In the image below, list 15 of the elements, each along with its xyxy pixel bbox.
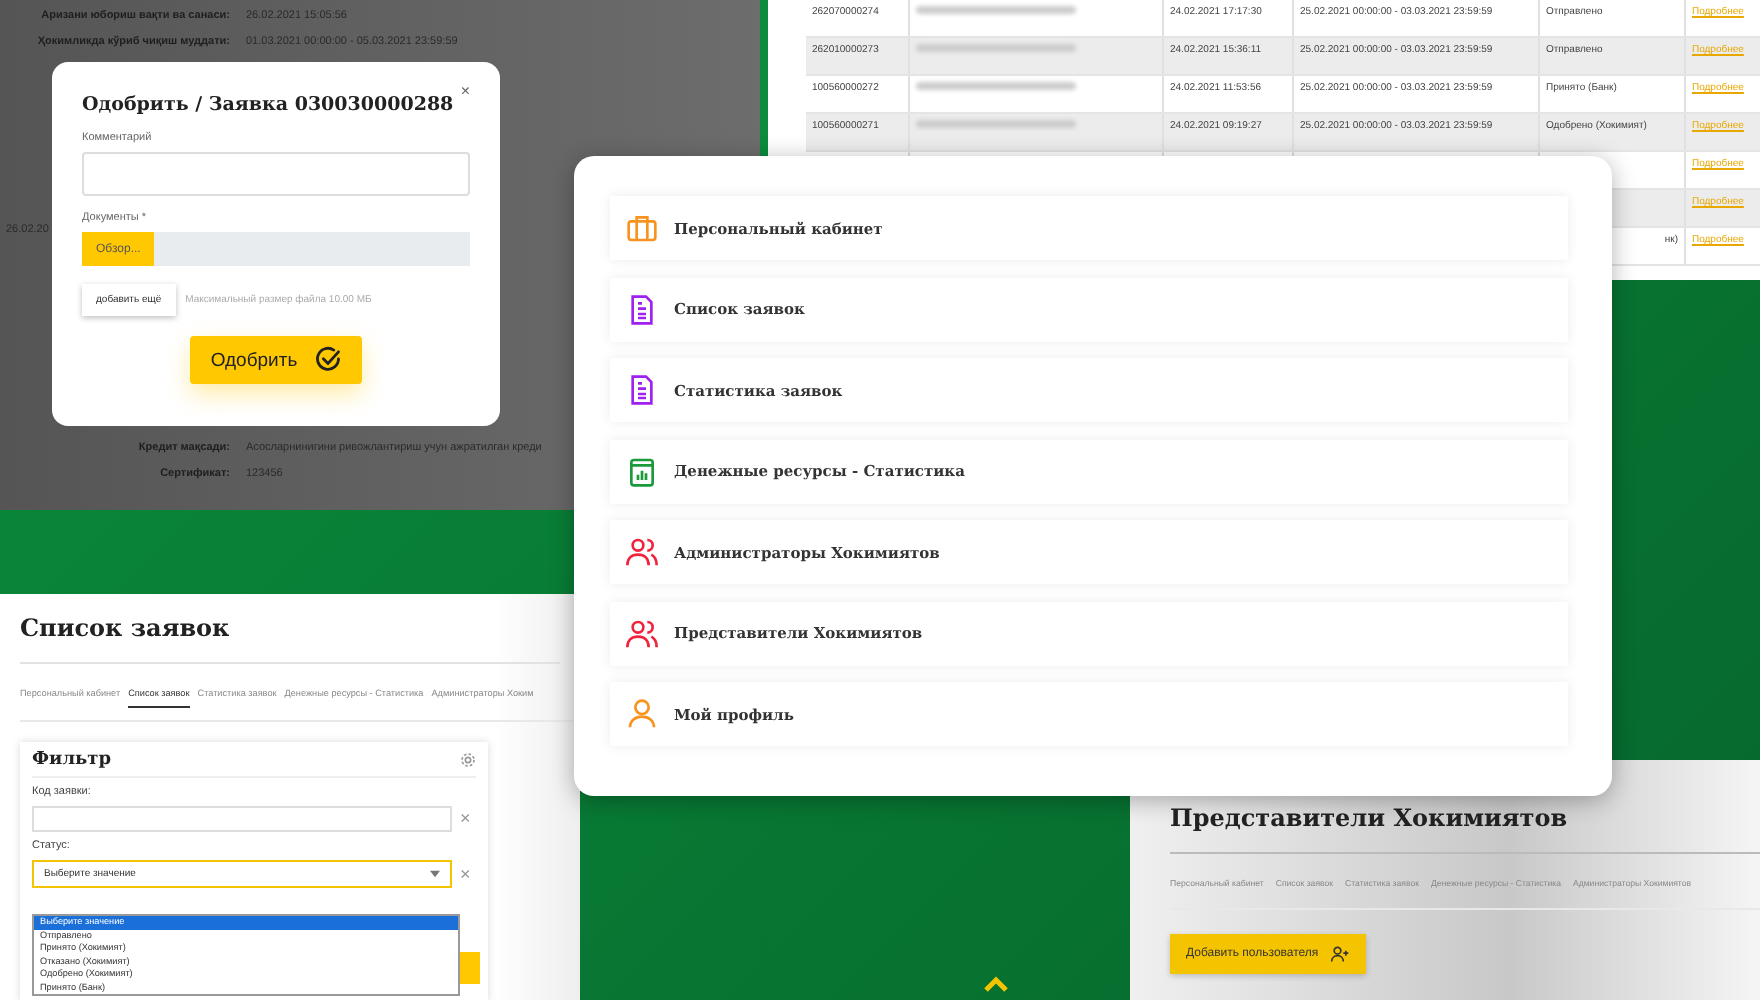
page-title: Представители Хокимиятов <box>1170 804 1760 854</box>
code-field[interactable] <box>32 806 452 832</box>
settings-icon[interactable] <box>460 752 476 768</box>
caret-icon <box>430 870 440 878</box>
check-circle-icon <box>313 346 342 374</box>
close-button[interactable]: × <box>460 82 470 100</box>
approve-button[interactable]: Одобрить <box>190 336 362 384</box>
dialog-title: Одобрить / Заявка 030030000288 <box>82 94 454 116</box>
clear-button[interactable]: × <box>460 810 471 828</box>
chevron-up-icon <box>984 976 1008 992</box>
clear-button[interactable]: × <box>460 865 471 883</box>
page-title: Список заявок <box>20 614 560 664</box>
comment-field[interactable] <box>82 152 470 196</box>
user-plus-icon <box>1330 944 1351 964</box>
filter-title: Фильтр <box>32 750 112 770</box>
